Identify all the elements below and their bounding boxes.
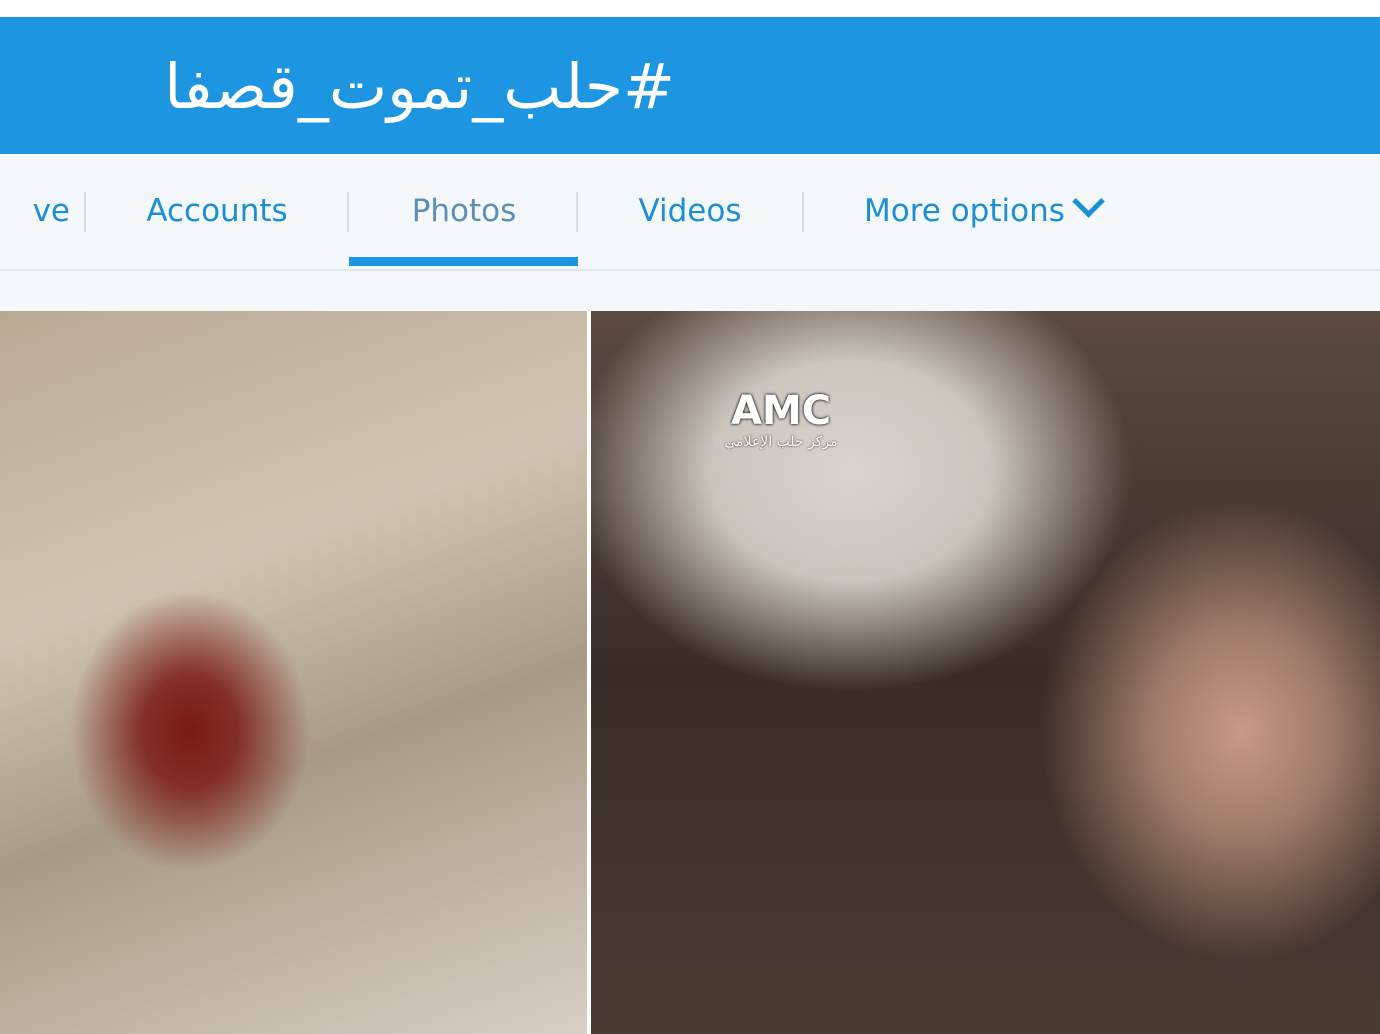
top-strip [0, 0, 1380, 17]
search-header: #حلب_تموت_قصفا [0, 17, 1380, 154]
search-tabs-nav: ve Accounts Photos Videos More options [0, 154, 1380, 271]
tab-videos[interactable]: Videos [590, 154, 790, 269]
more-options-label: More options [864, 193, 1065, 229]
tab-divider [802, 192, 804, 232]
tab-divider [347, 192, 349, 232]
tab-live[interactable]: ve [0, 154, 70, 269]
hashtag-title: #حلب_تموت_قصفا [164, 50, 675, 123]
active-tab-indicator [349, 257, 578, 266]
content-top-gap [0, 271, 1380, 311]
chevron-down-icon [1072, 185, 1105, 218]
tab-divider [576, 192, 578, 232]
tab-accounts[interactable]: Accounts [112, 154, 322, 269]
tab-divider [84, 192, 86, 232]
more-options-dropdown[interactable]: More options [850, 154, 1134, 269]
amc-watermark: AMC مركز حلب الإعلامي [706, 389, 856, 459]
photo-tile[interactable]: AMC مركز حلب الإعلامي [591, 311, 1380, 1034]
watermark-subtitle: مركز حلب الإعلامي [724, 434, 838, 450]
tab-photos[interactable]: Photos [350, 154, 578, 269]
photo-tile[interactable] [0, 311, 587, 1034]
watermark-logo-text: AMC [730, 388, 832, 434]
